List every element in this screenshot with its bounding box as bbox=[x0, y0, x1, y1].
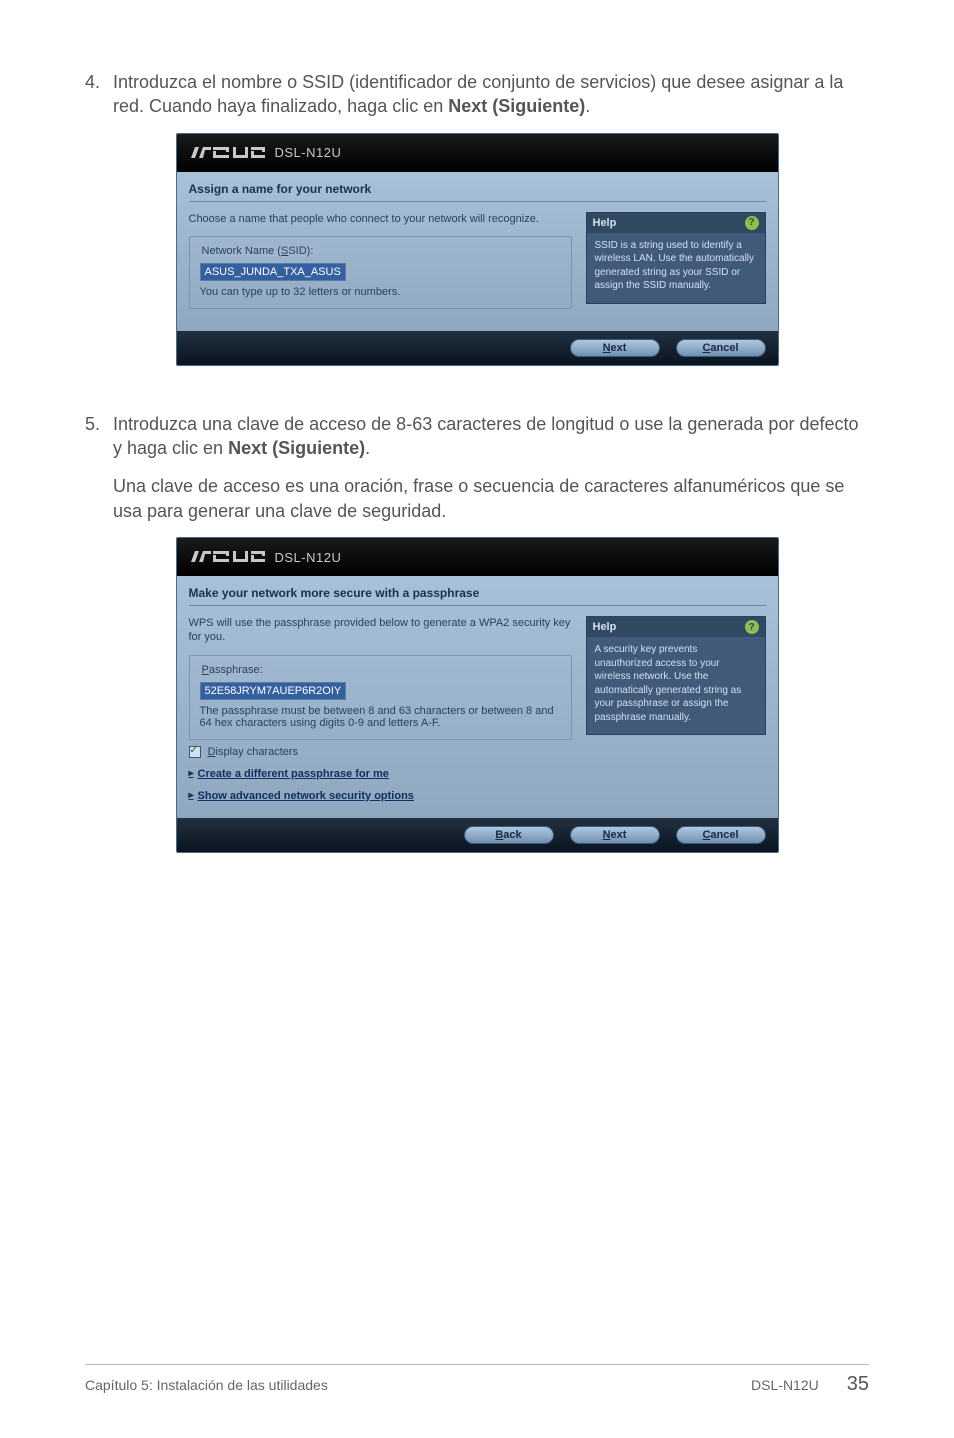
show-advanced-link[interactable]: Show advanced network security options bbox=[189, 790, 572, 802]
description-text: Choose a name that people who connect to… bbox=[189, 212, 572, 226]
step-5-subtext: Una clave de acceso es una oración, fras… bbox=[113, 474, 869, 523]
step-4-body: Introduzca el nombre o SSID (identificad… bbox=[113, 70, 869, 119]
form-column: Choose a name that people who connect to… bbox=[189, 212, 572, 315]
help-title-bar: Help ? bbox=[587, 617, 765, 637]
help-body-text: SSID is a string used to identify a wire… bbox=[587, 233, 765, 303]
step-5-pre: Introduzca una clave de acceso de 8-63 c… bbox=[113, 414, 859, 458]
passphrase-input[interactable]: 52E58JRYM7AUEP6R2OIY bbox=[200, 682, 347, 700]
dialog-header: DSL-N12U bbox=[177, 538, 778, 576]
help-icon: ? bbox=[745, 620, 759, 634]
section-title: Assign a name for your network bbox=[189, 182, 766, 202]
help-body-text: A security key prevents unauthorized acc… bbox=[587, 637, 765, 734]
footer-model: DSL-N12U bbox=[751, 1377, 819, 1393]
dialog-body: Assign a name for your network Choose a … bbox=[177, 172, 778, 331]
ssid-legend: Network Name (SSID): bbox=[200, 245, 316, 257]
help-title-text: Help bbox=[593, 621, 617, 633]
help-panel: Help ? SSID is a string used to identify… bbox=[586, 212, 766, 304]
dialog-footer: Next Cancel bbox=[177, 331, 778, 365]
display-chars-checkbox[interactable] bbox=[189, 746, 201, 758]
next-button[interactable]: Next bbox=[570, 339, 660, 357]
asus-logo-icon bbox=[189, 144, 267, 162]
next-button[interactable]: Next bbox=[570, 826, 660, 844]
cancel-button[interactable]: Cancel bbox=[676, 339, 766, 357]
footer-page-number: 35 bbox=[847, 1373, 869, 1396]
step-4-text: 4. Introduzca el nombre o SSID (identifi… bbox=[85, 70, 869, 119]
asus-logo-icon bbox=[189, 548, 267, 566]
asus-logo bbox=[189, 144, 273, 162]
description-text: WPS will use the passphrase provided bel… bbox=[189, 616, 572, 645]
help-panel: Help ? A security key prevents unauthori… bbox=[586, 616, 766, 735]
passphrase-fieldset: Passphrase: 52E58JRYM7AUEP6R2OIY The pas… bbox=[189, 655, 572, 740]
ssid-hint: You can type up to 32 letters or numbers… bbox=[200, 286, 561, 298]
dialog-header: DSL-N12U bbox=[177, 134, 778, 172]
step-5-body: Introduzca una clave de acceso de 8-63 c… bbox=[113, 412, 869, 461]
help-icon: ? bbox=[745, 216, 759, 230]
display-chars-row: Display characters bbox=[189, 746, 572, 758]
dialog-body: Make your network more secure with a pas… bbox=[177, 576, 778, 818]
page-footer: Capítulo 5: Instalación de las utilidade… bbox=[85, 1364, 869, 1396]
step-5-number: 5. bbox=[85, 412, 113, 461]
model-label: DSL-N12U bbox=[275, 145, 342, 160]
step-5-bold: Next (Siguiente) bbox=[228, 438, 365, 458]
ssid-fieldset: Network Name (SSID): ASUS_JUNDA_TXA_ASUS… bbox=[189, 236, 572, 309]
ssid-input[interactable]: ASUS_JUNDA_TXA_ASUS bbox=[200, 263, 346, 281]
passphrase-legend: Passphrase: bbox=[200, 664, 265, 676]
cancel-button[interactable]: Cancel bbox=[676, 826, 766, 844]
back-button[interactable]: Back bbox=[464, 826, 554, 844]
help-title-bar: Help ? bbox=[587, 213, 765, 233]
step-4-number: 4. bbox=[85, 70, 113, 119]
footer-chapter: Capítulo 5: Instalación de las utilidade… bbox=[85, 1377, 328, 1393]
help-title-text: Help bbox=[593, 217, 617, 229]
step-4-post: . bbox=[585, 96, 590, 116]
step-5-post: . bbox=[365, 438, 370, 458]
screenshot-ssid-dialog: DSL-N12U Assign a name for your network … bbox=[176, 133, 779, 366]
model-label: DSL-N12U bbox=[275, 550, 342, 565]
screenshot-passphrase-dialog: DSL-N12U Make your network more secure w… bbox=[176, 537, 779, 853]
display-chars-label: Display characters bbox=[208, 746, 299, 758]
asus-logo bbox=[189, 548, 273, 566]
form-column: WPS will use the passphrase provided bel… bbox=[189, 616, 572, 802]
dialog-footer: Back Next Cancel bbox=[177, 818, 778, 852]
section-title: Make your network more secure with a pas… bbox=[189, 586, 766, 606]
step-4-bold: Next (Siguiente) bbox=[448, 96, 585, 116]
step-5-text: 5. Introduzca una clave de acceso de 8-6… bbox=[85, 412, 869, 461]
passphrase-hint: The passphrase must be between 8 and 63 … bbox=[200, 705, 561, 729]
create-different-link[interactable]: Create a different passphrase for me bbox=[189, 768, 572, 780]
